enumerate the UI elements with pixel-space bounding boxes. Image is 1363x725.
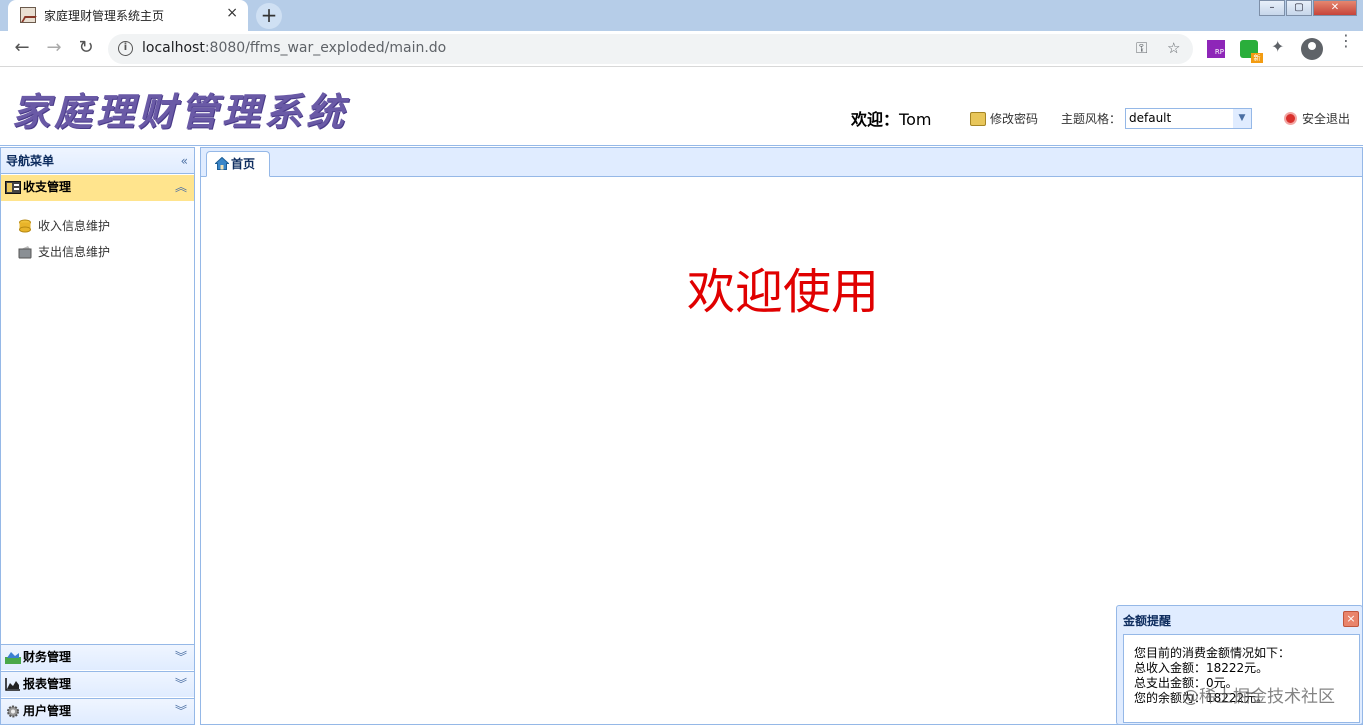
- edit-password-icon: [970, 111, 986, 126]
- watermark: @稀土掘金技术社区: [1182, 687, 1335, 707]
- section-label: 报表管理: [23, 677, 72, 691]
- nav-panel: 导航菜单 « 收支管理 ︽ 收入信息维护 支出信息维护 财务管理 ︾ 报表管理 …: [0, 147, 195, 725]
- menu-item-income[interactable]: 收入信息维护: [18, 217, 110, 234]
- reminder-title: 金额提醒: [1123, 614, 1172, 628]
- chevron-down-icon[interactable]: ▼: [1233, 109, 1251, 128]
- username: Tom: [899, 110, 932, 129]
- logout-label: 安全退出: [1302, 112, 1351, 126]
- browser-tab-title: 家庭理财管理系统主页: [44, 9, 165, 23]
- menu-item-label: 支出信息维护: [38, 245, 111, 259]
- key-icon[interactable]: ⚿: [1136, 39, 1147, 57]
- address-bar[interactable]: i localhost:8080/ffms_war_exploded/main.…: [108, 34, 1193, 64]
- star-icon[interactable]: ☆: [1167, 39, 1180, 57]
- welcome-label: 欢迎：: [851, 110, 900, 129]
- close-tab-icon[interactable]: ×: [226, 5, 238, 21]
- welcome-user: 欢迎：Tom: [851, 106, 931, 130]
- extensions-puzzle-icon[interactable]: ✦: [1271, 37, 1289, 56]
- minimize-button[interactable]: –: [1259, 0, 1285, 16]
- change-password-label: 修改密码: [990, 112, 1039, 126]
- theme-label: 主题风格：: [1061, 112, 1122, 126]
- ledger-icon: [5, 181, 21, 194]
- profile-avatar-icon[interactable]: [1301, 38, 1323, 60]
- window-controls: – ▢ ✕: [1258, 0, 1357, 16]
- reminder-line: 您目前的消费金额情况如下：: [1134, 646, 1291, 660]
- logout-icon: [1284, 112, 1297, 125]
- chevron-down-icon[interactable]: ︾: [175, 672, 187, 697]
- reminder-body: 您目前的消费金额情况如下： 总收入金额：18222元。 总支出金额：0元。 您的…: [1123, 634, 1360, 723]
- tab-home[interactable]: 首页: [206, 151, 270, 177]
- browser-tab[interactable]: 家庭理财管理系统主页 ×: [8, 0, 248, 31]
- maximize-button[interactable]: ▢: [1286, 0, 1312, 16]
- app-header: 家庭理财管理系统 欢迎：Tom 修改密码 主题风格： default ▼ 安全退…: [0, 68, 1363, 146]
- new-tab-button[interactable]: +: [256, 3, 282, 29]
- reminder-line: 总收入金额：18222元。: [1134, 661, 1269, 675]
- info-icon[interactable]: i: [118, 41, 133, 56]
- logout-link[interactable]: 安全退出: [1284, 110, 1350, 127]
- home-icon: [215, 157, 229, 170]
- section-reports[interactable]: 报表管理 ︾: [1, 671, 194, 697]
- section-label: 收支管理: [23, 180, 72, 194]
- theme-select-value: default: [1129, 111, 1172, 125]
- section-label: 用户管理: [23, 704, 72, 718]
- chevron-down-icon[interactable]: ︾: [175, 699, 187, 724]
- close-icon[interactable]: ×: [1343, 611, 1359, 627]
- back-icon[interactable]: ←: [10, 37, 34, 61]
- reload-icon[interactable]: ↻: [74, 37, 98, 61]
- amount-reminder-window: 金额提醒 × 您目前的消费金额情况如下： 总收入金额：18222元。 总支出金额…: [1116, 605, 1363, 725]
- collapse-panel-icon[interactable]: «: [181, 148, 188, 174]
- coins-icon: [19, 219, 31, 232]
- theme-select[interactable]: default ▼: [1125, 108, 1252, 129]
- section-income-expense[interactable]: 收支管理 ︽: [1, 175, 194, 201]
- chevron-up-icon[interactable]: ︽: [175, 175, 187, 200]
- chevron-down-icon[interactable]: ︾: [175, 645, 187, 670]
- finance-icon: [5, 652, 21, 664]
- section-users[interactable]: 用户管理 ︾: [1, 698, 194, 724]
- browser-toolbar: ← → ↻ i localhost:8080/ffms_war_exploded…: [0, 31, 1363, 67]
- app-logo: 家庭理财管理系统: [12, 89, 349, 134]
- wechat-extension-icon[interactable]: 新: [1240, 40, 1263, 63]
- tab-home-label: 首页: [231, 157, 256, 171]
- section-finance[interactable]: 财务管理 ︾: [1, 644, 194, 670]
- favicon-icon: [20, 7, 36, 23]
- url-path: :8080/ffms_war_exploded/main.do: [204, 40, 447, 56]
- new-badge: 新: [1251, 53, 1263, 63]
- url-text: localhost:8080/ffms_war_exploded/main.do: [142, 40, 446, 56]
- forward-icon[interactable]: →: [42, 37, 66, 61]
- content-tabs: 首页: [201, 148, 1362, 177]
- section-label: 财务管理: [23, 650, 72, 664]
- chart-icon: [5, 678, 20, 691]
- browser-tabstrip: 家庭理财管理系统主页 × + – ▢ ✕: [0, 0, 1363, 31]
- wallet-icon: [18, 245, 32, 258]
- url-host: localhost: [142, 40, 205, 56]
- welcome-message: 欢迎使用: [687, 264, 880, 320]
- menu-item-label: 收入信息维护: [38, 219, 111, 233]
- change-password-link[interactable]: 修改密码: [970, 110, 1038, 127]
- nav-title: 导航菜单: [6, 154, 55, 168]
- nav-panel-header: 导航菜单 «: [1, 148, 194, 174]
- menu-item-expense[interactable]: 支出信息维护: [18, 243, 110, 260]
- gear-icon: [7, 705, 19, 718]
- axure-rp-extension-icon[interactable]: RP: [1207, 40, 1225, 58]
- browser-menu-icon[interactable]: ⋮: [1338, 33, 1354, 49]
- window-close-button[interactable]: ✕: [1313, 0, 1357, 16]
